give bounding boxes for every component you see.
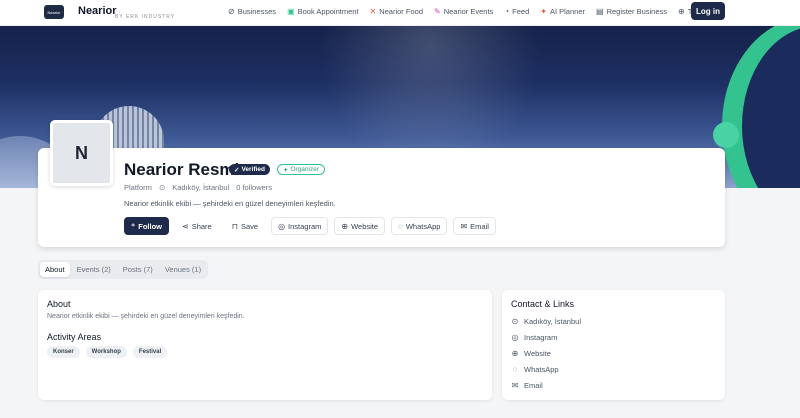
profile-name: Nearior Resmi bbox=[124, 160, 240, 179]
nav-link-ai-planner[interactable]: ✦ AI Planner bbox=[540, 7, 585, 16]
whatsapp-label: WhatsApp bbox=[405, 221, 441, 231]
profile-actions: ⁺ Follow ⋖ Share ⊓ Save ◎ Instagram ⊕ Website… bbox=[124, 217, 496, 235]
nav-link-label: Nearior Food bbox=[379, 6, 423, 16]
top-navbar: Nearior Nearior BY ERK INDUSTRY ⊘ Busines… bbox=[0, 0, 800, 26]
instagram-icon: ◎ bbox=[278, 221, 286, 231]
contact-label: Website bbox=[524, 348, 551, 358]
instagram-label: Instagram bbox=[288, 221, 322, 231]
banner-green-dot bbox=[713, 122, 739, 148]
calendar-icon: ▣ bbox=[287, 6, 295, 16]
contact-instagram[interactable]: ◎ Instagram bbox=[511, 332, 581, 342]
contact-email[interactable]: ✉ Email bbox=[511, 380, 581, 390]
tab-about[interactable]: About bbox=[40, 262, 70, 277]
nav-link-label: AI Planner bbox=[549, 6, 585, 16]
about-card bbox=[38, 290, 492, 400]
avatar: N bbox=[50, 120, 113, 186]
brand-logo-text: Nearior bbox=[47, 9, 61, 15]
profile-description: Nearior etkinlik ekibi — şehirdeki en gü… bbox=[124, 199, 336, 208]
message-icon: ◌ bbox=[512, 364, 518, 374]
user-plus-icon: ⁺ bbox=[131, 221, 136, 231]
nav-link-label: Nearior Events bbox=[443, 6, 494, 16]
activity-areas: Konser Workshop Festival bbox=[47, 346, 168, 358]
contact-label: WhatsApp bbox=[524, 364, 559, 374]
nav-link-feed[interactable]: ◔ Feed bbox=[504, 7, 529, 16]
tab-events[interactable]: Events (2) bbox=[72, 262, 116, 277]
follow-label: Follow bbox=[138, 221, 162, 231]
nav-links: ⊘ Businesses ▣ Book Appointment ✕ Nearior F… bbox=[228, 0, 698, 22]
email-label: Email bbox=[470, 221, 489, 231]
globe-icon: ⊕ bbox=[511, 348, 519, 358]
contact-list: ⊙ Kadıköy, İstanbul ◎ Instagram ⊕ Website ◌… bbox=[511, 316, 581, 390]
nav-link-nearior-food[interactable]: ✕ Nearior Food bbox=[370, 7, 423, 16]
profile-meta: Platform ⊙ Kadıköy, İstanbul 0 followers bbox=[124, 183, 272, 192]
building-icon: ▤ bbox=[596, 6, 604, 16]
website-button[interactable]: ⊕ Website bbox=[334, 217, 386, 235]
party-icon: ✎ bbox=[434, 6, 441, 16]
check-circle-icon: ✓ bbox=[234, 166, 240, 174]
nav-link-businesses[interactable]: ⊘ Businesses bbox=[228, 7, 276, 16]
website-label: Website bbox=[351, 221, 379, 231]
nav-link-book-appointment[interactable]: ▣ Book Appointment bbox=[287, 7, 358, 16]
bookmark-icon: ⊓ bbox=[231, 221, 238, 231]
organizer-label: Organizer bbox=[290, 166, 319, 173]
instagram-button[interactable]: ◎ Instagram bbox=[271, 217, 329, 235]
tab-venues[interactable]: Venues (1) bbox=[160, 262, 206, 277]
tab-posts[interactable]: Posts (7) bbox=[118, 262, 158, 277]
share-icon: ⋖ bbox=[181, 221, 189, 231]
area-chip: Workshop bbox=[85, 346, 127, 358]
activity-areas-title: Activity Areas bbox=[47, 332, 102, 342]
share-button[interactable]: ⋖ Share bbox=[174, 217, 219, 235]
contact-location: ⊙ Kadıköy, İstanbul bbox=[511, 316, 581, 326]
profile-category: Platform bbox=[124, 183, 152, 192]
save-button[interactable]: ⊓ Save bbox=[224, 217, 266, 235]
contact-label: Email bbox=[524, 380, 543, 390]
map-pin-icon: ⊙ bbox=[511, 316, 519, 326]
login-button[interactable]: Log in bbox=[691, 2, 725, 20]
contact-whatsapp[interactable]: ◌ WhatsApp bbox=[511, 364, 581, 374]
save-label: Save bbox=[240, 221, 259, 231]
contact-label: Kadıköy, İstanbul bbox=[524, 316, 581, 326]
nav-link-label: Feed bbox=[512, 6, 530, 16]
whatsapp-button[interactable]: ◌ WhatsApp bbox=[391, 217, 448, 235]
area-chip: Konser bbox=[47, 346, 80, 358]
nav-link-nearior-events[interactable]: ✎ Nearior Events bbox=[434, 7, 493, 16]
verified-badge: ✓ Verified bbox=[229, 164, 270, 175]
globe-icon: ⊕ bbox=[341, 221, 349, 231]
sparkle-icon: ✦ bbox=[283, 166, 289, 174]
brand-subtitle: BY ERK INDUSTRY bbox=[115, 14, 176, 20]
globe-icon: ⊕ bbox=[678, 6, 685, 16]
profile-tabs: About Events (2) Posts (7) Venues (1) bbox=[38, 260, 209, 279]
contact-title: Contact & Links bbox=[511, 299, 575, 309]
mail-icon: ✉ bbox=[511, 380, 519, 390]
brand-logo[interactable]: Nearior bbox=[44, 5, 64, 19]
compass-icon: ⊘ bbox=[228, 6, 235, 16]
brand-name[interactable]: Nearior bbox=[78, 5, 117, 17]
sparkles-icon: ✦ bbox=[540, 6, 547, 16]
nav-link-label: Register Business bbox=[606, 6, 668, 16]
message-icon: ◌ bbox=[398, 221, 403, 231]
nav-link-label: Businesses bbox=[237, 6, 277, 16]
map-pin-icon: ⊙ bbox=[158, 183, 166, 192]
contact-website[interactable]: ⊕ Website bbox=[511, 348, 581, 358]
utensils-icon: ✕ bbox=[369, 6, 377, 16]
about-title: About bbox=[47, 299, 71, 309]
share-label: Share bbox=[191, 221, 212, 231]
nav-link-label: Book Appointment bbox=[297, 6, 359, 16]
organizer-badge: ✦ Organizer bbox=[277, 164, 325, 175]
area-chip: Festival bbox=[132, 346, 168, 358]
about-description: Nearior etkinlik ekibi — şehirdeki en gü… bbox=[47, 313, 245, 320]
mail-icon: ✉ bbox=[460, 221, 468, 231]
follow-button[interactable]: ⁺ Follow bbox=[124, 217, 169, 235]
followers-count[interactable]: 0 followers bbox=[236, 183, 272, 192]
verified-label: Verified bbox=[241, 166, 265, 173]
profile-location: Kadıköy, İstanbul bbox=[172, 183, 230, 192]
email-button[interactable]: ✉ Email bbox=[453, 217, 496, 235]
instagram-icon: ◎ bbox=[511, 332, 519, 342]
contact-label: Instagram bbox=[524, 332, 558, 342]
nav-link-register-business[interactable]: ▤ Register Business bbox=[596, 7, 667, 16]
rss-icon: ◔ bbox=[504, 6, 510, 16]
